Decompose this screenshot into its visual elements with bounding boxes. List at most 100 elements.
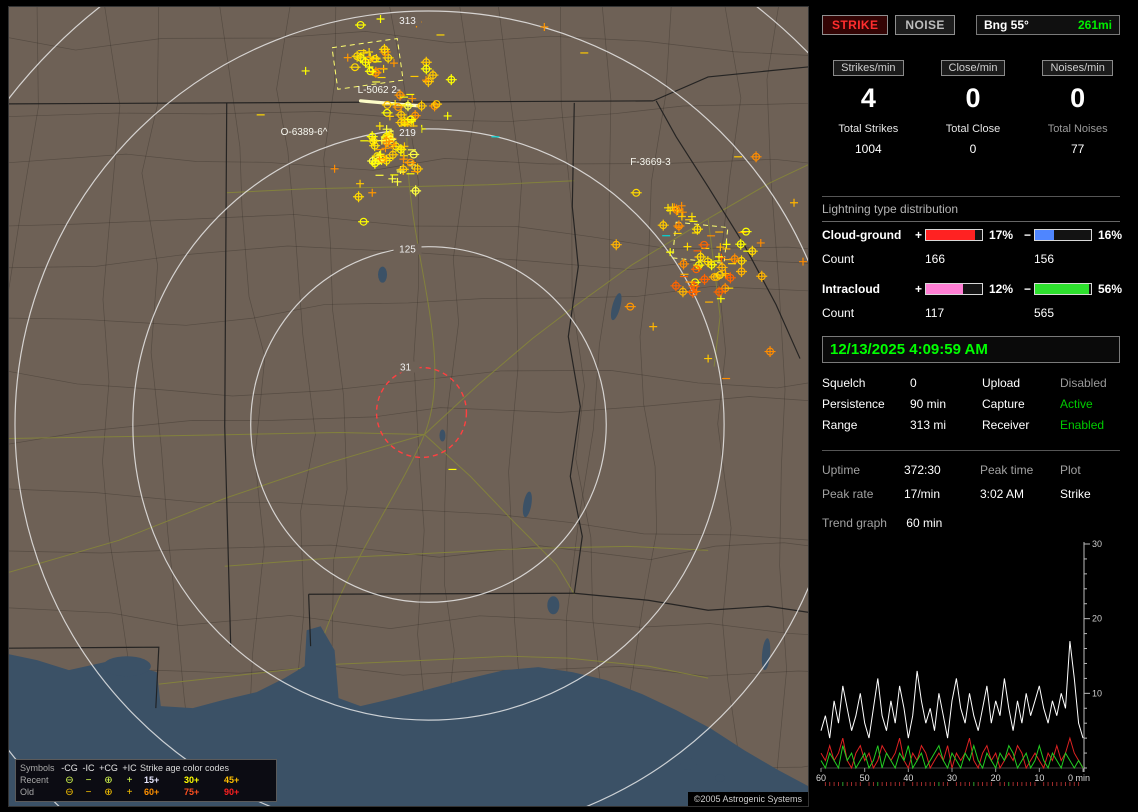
intracloud-label: Intracloud bbox=[822, 281, 881, 296]
cloud-ground-block: Cloud-ground + 17% − 16% Count 166 156 bbox=[822, 226, 1122, 267]
mode-row: STRIKE NOISE Bng 55° 261mi bbox=[822, 14, 1120, 36]
ic-negative-count: 565 bbox=[1034, 305, 1055, 320]
upload-label: Upload bbox=[982, 376, 1021, 390]
range-value: 313 mi bbox=[910, 418, 947, 432]
svg-text:10: 10 bbox=[1092, 688, 1102, 698]
cg-positive-count: 166 bbox=[925, 251, 946, 266]
svg-text:O-6389-6^: O-6389-6^ bbox=[281, 127, 328, 138]
ic-count-label: Count bbox=[822, 305, 855, 320]
cloud-ground-label: Cloud-ground bbox=[822, 227, 902, 242]
peak-rate-label: Peak rate bbox=[822, 487, 874, 501]
rate-columns: Strikes/min 4 Total Strikes 1004 Close/m… bbox=[816, 60, 1130, 156]
close-column: Close/min 0 Total Close 0 bbox=[921, 60, 1026, 156]
total-noises-label: Total Noises bbox=[1047, 123, 1108, 135]
strike-mode-button[interactable]: STRIKE bbox=[822, 15, 889, 35]
uptime-value: 372:30 bbox=[904, 463, 941, 477]
recent-nic-icon: − bbox=[85, 775, 92, 786]
ic-negative-bar bbox=[1034, 282, 1092, 295]
noises-per-min-button[interactable]: Noises/min bbox=[1042, 60, 1113, 76]
svg-text:60: 60 bbox=[816, 773, 826, 783]
recent-pcg-icon: ⊕ bbox=[104, 775, 113, 786]
svg-text:L-5062 2-: L-5062 2- bbox=[358, 85, 401, 96]
cg-count-label: Count bbox=[822, 251, 855, 266]
bearing-distance: 261mi bbox=[1077, 18, 1112, 32]
cg-positive-bar bbox=[925, 228, 983, 241]
svg-text:F-3669-3: F-3669-3 bbox=[630, 157, 671, 168]
bearing-box: Bng 55° 261mi bbox=[976, 15, 1120, 35]
close-per-min-button[interactable]: Close/min bbox=[940, 60, 1006, 76]
old-ncg-icon: ⊖ bbox=[65, 787, 74, 798]
datetime-display: 12/13/2025 4:09:59 AM bbox=[822, 336, 1120, 363]
svg-text:30: 30 bbox=[1092, 539, 1102, 549]
age-90-label: 90+ bbox=[224, 787, 240, 797]
map-legend: Symbols -CG -IC +CG +IC Strike age color… bbox=[15, 759, 277, 802]
legend-old-label: Old bbox=[20, 787, 35, 797]
status-panel: STRIKE NOISE Bng 55° 261mi Strikes/min 4… bbox=[816, 0, 1130, 812]
peak-time-value: 3:02 AM bbox=[980, 487, 1025, 501]
legend-pic-header: +IC bbox=[122, 763, 137, 773]
trend-graph-window: 60 min bbox=[906, 516, 943, 530]
distribution-section: Cloud-ground + 17% − 16% Count 166 156 I… bbox=[822, 226, 1122, 334]
uptime-label: Uptime bbox=[822, 463, 861, 477]
cg-positive-pct: 17% bbox=[989, 227, 1014, 242]
stats-section: Uptime 372:30 Peak time Plot Peak rate 1… bbox=[822, 450, 1120, 501]
map-canvas[interactable]: 313 219 125 31 L-5062 2- O-6389-6^ F-3669-3 bbox=[9, 7, 808, 806]
close-per-min-value: 0 bbox=[965, 83, 981, 113]
noise-mode-button[interactable]: NOISE bbox=[895, 15, 955, 35]
ic-positive-count: 117 bbox=[925, 305, 945, 320]
squelch-label: Squelch bbox=[822, 376, 866, 390]
receiver-label: Receiver bbox=[982, 418, 1030, 432]
strikes-per-min-value: 4 bbox=[860, 83, 876, 113]
cg-minus-sign: − bbox=[1023, 227, 1031, 242]
ic-minus-sign: − bbox=[1023, 281, 1031, 296]
legend-symbols-header: Symbols bbox=[20, 763, 55, 773]
cg-plus-sign: + bbox=[914, 227, 922, 242]
receiver-status: Enabled bbox=[1060, 418, 1105, 432]
recent-ncg-icon: ⊖ bbox=[65, 775, 74, 786]
app-root: { "window": { "copyright": "©2005 Astrog… bbox=[0, 0, 1138, 812]
noises-column: Noises/min 0 Total Noises 77 bbox=[1025, 60, 1130, 156]
legend-ncg-header: -CG bbox=[61, 763, 78, 773]
total-strikes-value: 1004 bbox=[854, 142, 882, 156]
cg-negative-pct: 16% bbox=[1098, 227, 1123, 242]
squelch-value: 0 bbox=[910, 376, 917, 390]
svg-text:20: 20 bbox=[1092, 614, 1102, 624]
trend-graph-header: Trend graph 60 min bbox=[822, 516, 942, 530]
svg-text:40: 40 bbox=[903, 773, 913, 783]
age-75-label: 75+ bbox=[184, 787, 200, 797]
svg-text:313: 313 bbox=[399, 16, 416, 27]
svg-text:30: 30 bbox=[947, 773, 957, 783]
old-pcg-icon: ⊕ bbox=[104, 787, 113, 798]
plot-value: Strike bbox=[1060, 487, 1091, 501]
svg-text:31: 31 bbox=[400, 363, 412, 374]
old-nic-icon: − bbox=[85, 787, 92, 798]
age-60-label: 60+ bbox=[144, 787, 160, 797]
trend-graph: 10 20 30 60 50 40 30 20 10 0 min bbox=[816, 539, 1102, 786]
noises-per-min-value: 0 bbox=[1070, 83, 1086, 113]
ic-positive-pct: 12% bbox=[989, 281, 1014, 296]
total-close-value: 0 bbox=[969, 142, 977, 156]
ic-negative-pct: 56% bbox=[1098, 281, 1123, 296]
total-noises-value: 77 bbox=[1070, 142, 1085, 156]
peak-rate-value: 17/min bbox=[904, 487, 941, 501]
age-30-label: 30+ bbox=[184, 775, 200, 785]
legend-age-title: Strike age color codes bbox=[140, 763, 230, 773]
legend-nic-header: -IC bbox=[82, 763, 95, 773]
age-15-label: 15+ bbox=[144, 775, 160, 785]
total-strikes-label: Total Strikes bbox=[838, 123, 899, 135]
cg-negative-bar bbox=[1034, 228, 1092, 241]
persistence-value: 90 min bbox=[910, 397, 947, 411]
lightning-map[interactable]: 313 219 125 31 L-5062 2- O-6389-6^ F-3669-3 Sy… bbox=[8, 6, 809, 807]
range-label: Range bbox=[822, 418, 858, 432]
total-close-label: Total Close bbox=[945, 123, 1001, 135]
strikes-per-min-button[interactable]: Strikes/min bbox=[833, 60, 904, 76]
old-pic-icon: + bbox=[126, 787, 133, 798]
settings-section: Squelch 0 Upload Disabled Persistence 90… bbox=[822, 376, 1120, 432]
svg-text:219: 219 bbox=[399, 128, 416, 139]
intracloud-block: Intracloud + 12% − 56% Count 117 565 bbox=[822, 280, 1122, 321]
distribution-title: Lightning type distribution bbox=[822, 196, 1120, 222]
legend-pcg-header: +CG bbox=[99, 763, 118, 773]
ic-positive-bar bbox=[925, 282, 983, 295]
age-45-label: 45+ bbox=[224, 775, 240, 785]
persistence-label: Persistence bbox=[822, 397, 885, 411]
